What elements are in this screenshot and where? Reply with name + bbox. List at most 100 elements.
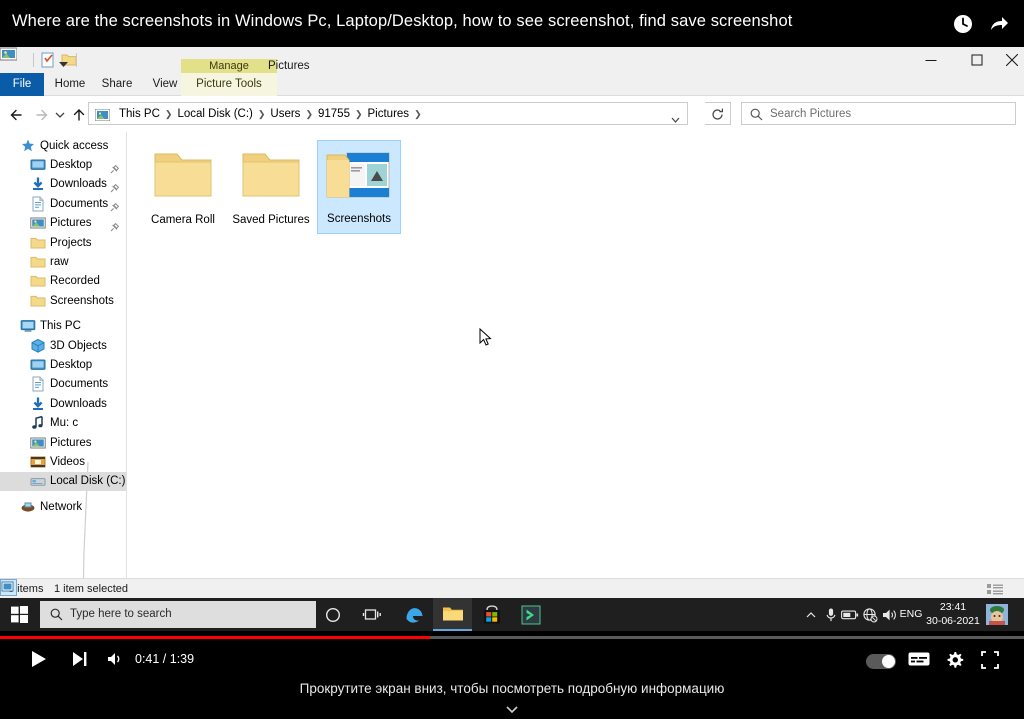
progress-bar[interactable] [0, 636, 1024, 639]
miniplayer-icon[interactable] [981, 651, 1001, 671]
sidebar-item-desktop[interactable]: Desktop [0, 155, 126, 174]
sidebar-item-downloads[interactable]: Downloads [0, 394, 126, 413]
maximize-button[interactable] [954, 47, 1000, 73]
microphone-icon[interactable] [822, 598, 840, 631]
status-selection-info: 1 item selected [54, 583, 128, 595]
tab-file[interactable]: File [0, 73, 44, 96]
sidebar-item-label: Recorded [50, 275, 100, 288]
cortana-icon[interactable] [313, 598, 352, 631]
large-icons-view-icon[interactable] [0, 579, 17, 596]
volume-icon[interactable] [880, 598, 900, 631]
pin-icon[interactable] [110, 161, 120, 173]
sidebar-item-raw[interactable]: raw [0, 252, 126, 271]
microsoft-store-icon[interactable] [472, 598, 511, 631]
file-item[interactable]: Screenshots [317, 140, 401, 234]
share-arrow-icon[interactable] [988, 13, 1010, 35]
volume-button[interactable] [104, 647, 128, 671]
breadcrumb-separator-icon[interactable]: ❯ [354, 103, 364, 126]
window-title: Pictures [268, 60, 310, 72]
caption-chevron-down-icon[interactable] [505, 701, 519, 714]
gear-icon[interactable] [945, 651, 965, 671]
breadcrumb-item[interactable]: Local Disk (C:) [173, 103, 256, 126]
search-input[interactable]: Search Pictures [741, 102, 1016, 125]
sidebar-group-this-pc[interactable]: This PC [0, 317, 126, 336]
subtitles-icon[interactable] [908, 651, 930, 671]
sidebar-item-pictures[interactable]: Pictures [0, 214, 126, 233]
file-item[interactable]: Camera Roll [141, 140, 225, 234]
breadcrumb-separator-icon[interactable]: ❯ [304, 103, 314, 126]
pin-icon[interactable] [110, 199, 120, 212]
sidebar-item-documents[interactable]: Documents [0, 194, 126, 213]
documents-icon [30, 196, 46, 212]
tab-home[interactable]: Home [48, 73, 92, 96]
sidebar-item-desktop[interactable]: Desktop [0, 355, 126, 374]
pin-icon[interactable] [110, 219, 120, 232]
sidebar-item-3d-objects[interactable]: 3D Objects [0, 336, 126, 355]
pictures-folder-icon [0, 47, 18, 61]
network-globe-icon[interactable] [860, 598, 880, 631]
taskbar-search-placeholder: Type here to search [70, 608, 172, 620]
next-video-button[interactable] [68, 647, 92, 671]
sidebar-item-label: Downloads [50, 178, 107, 191]
music-icon [30, 415, 46, 431]
sidebar-group-network[interactable]: Network [0, 497, 126, 516]
breadcrumb-item[interactable]: Users [266, 103, 304, 126]
autoplay-toggle[interactable] [866, 654, 896, 669]
play-button[interactable] [26, 647, 52, 671]
breadcrumb-item[interactable]: This PC [115, 103, 164, 126]
breadcrumb-item[interactable]: 91755 [314, 103, 354, 126]
sidebar-item-downloads[interactable]: Downloads [0, 175, 126, 194]
tab-share[interactable]: Share [94, 73, 140, 96]
clock-time: 23:41 [939, 601, 967, 613]
tab-picture-tools[interactable]: Picture Tools [181, 73, 277, 96]
tab-view[interactable]: View [144, 73, 186, 96]
close-button[interactable] [1000, 47, 1024, 73]
windows-taskbar: Type here to search ENG 23:41 30-06-2021 [0, 598, 1024, 631]
clock[interactable]: 23:41 30-06-2021 [925, 598, 981, 631]
back-button[interactable] [6, 104, 28, 126]
sidebar-group-quick-access[interactable]: Quick access [0, 136, 126, 155]
sidebar-item-videos[interactable]: Videos [0, 452, 126, 471]
up-button[interactable] [68, 104, 90, 126]
customize-toolbar-chevron-down-icon[interactable] [58, 56, 69, 67]
tray-expand-chevron-up-icon[interactable] [802, 598, 820, 631]
breadcrumb-separator-icon[interactable]: ❯ [257, 103, 267, 126]
taskbar-search-input[interactable]: Type here to search [40, 601, 316, 628]
file-list-view[interactable]: Camera Roll Saved Pictures Screenshots [127, 132, 1024, 578]
properties-icon[interactable] [40, 52, 56, 68]
address-dropdown-chevron-down-icon[interactable] [670, 111, 681, 123]
edge-icon[interactable] [394, 598, 433, 631]
pin-icon[interactable] [110, 180, 120, 193]
sidebar-item-local-disk-c[interactable]: Local Disk (C:) [0, 471, 126, 492]
sidebar-item-screenshots[interactable]: Screenshots [0, 291, 126, 310]
sidebar-item-mu-c[interactable]: Mu: c [0, 414, 126, 433]
sidebar-item-documents[interactable]: Documents [0, 375, 126, 394]
sidebar-item-pictures[interactable]: Pictures [0, 433, 126, 452]
minimize-button[interactable] [908, 47, 954, 73]
file-item[interactable]: Saved Pictures [229, 140, 313, 234]
documents-icon [30, 376, 46, 392]
file-explorer-icon[interactable] [433, 598, 472, 631]
breadcrumb-item[interactable]: Pictures [364, 103, 414, 126]
sidebar-item-recorded[interactable]: Recorded [0, 272, 126, 291]
media-app-icon[interactable] [511, 598, 550, 631]
address-bar[interactable]: This PC ❯ Local Disk (C:) ❯ Users ❯ 91755 ❯ Pict… [88, 102, 688, 125]
details-view-icon[interactable] [986, 581, 1004, 597]
breadcrumb-separator-icon[interactable]: ❯ [413, 103, 423, 126]
user-avatar[interactable] [986, 604, 1008, 625]
autoplay-toggle-knob [882, 655, 895, 668]
clock-date: 30-06-2021 [926, 615, 980, 627]
task-view-icon[interactable] [352, 598, 391, 631]
watch-later-icon[interactable] [952, 13, 974, 35]
forward-button[interactable] [30, 104, 52, 126]
refresh-button[interactable] [705, 102, 731, 125]
language-indicator[interactable]: ENG [898, 598, 924, 631]
battery-icon[interactable] [840, 598, 860, 631]
folder-icon [30, 254, 46, 270]
sidebar-item-projects[interactable]: Projects [0, 233, 126, 252]
breadcrumb-separator-icon[interactable]: ❯ [164, 103, 174, 126]
contextual-group-label: Manage [181, 59, 277, 73]
windows-start-icon[interactable] [0, 598, 40, 631]
quick-access-toolbar [0, 47, 1024, 73]
recent-locations-chevron-down-icon[interactable] [52, 104, 68, 126]
